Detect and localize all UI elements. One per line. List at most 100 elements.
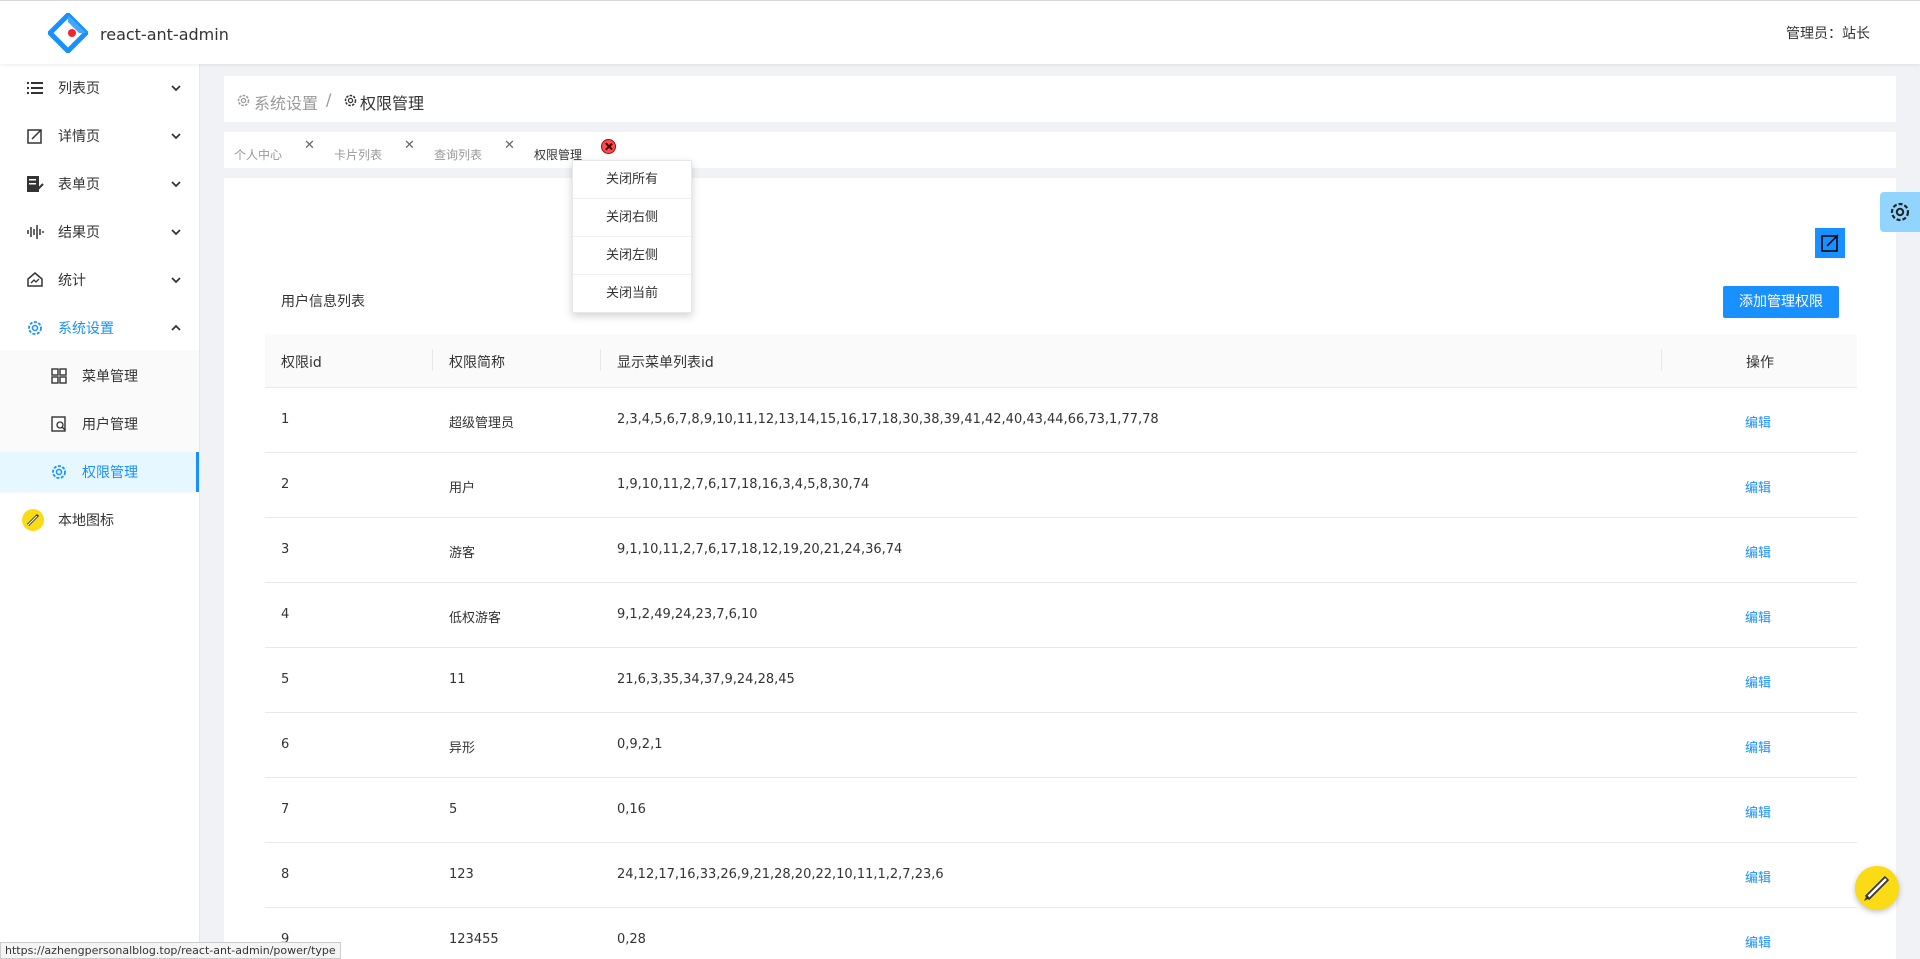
cell-id: 3 — [281, 542, 290, 557]
sidebar-item-list[interactable]: 列表页 — [0, 68, 199, 108]
cell-name: 超级管理员 — [449, 416, 515, 431]
fund-icon — [27, 272, 43, 287]
sidebar-item-form[interactable]: 表单页 — [0, 164, 199, 204]
form-edit-icon — [27, 129, 42, 144]
sidebar-item-menu-management[interactable]: 菜单管理 — [0, 356, 199, 396]
sidebar-item-label: 用户管理 — [82, 417, 138, 433]
tab-context-menu: 关闭所有 关闭右侧 关闭左侧 关闭当前 — [572, 160, 692, 313]
chevron-down-icon — [171, 277, 181, 284]
cell-id: 1 — [281, 412, 290, 427]
edit-link[interactable]: 编辑 — [1745, 542, 1771, 561]
chevron-down-icon — [171, 229, 181, 236]
edit-link[interactable]: 编辑 — [1745, 737, 1771, 756]
edit-link[interactable]: 编辑 — [1745, 867, 1771, 886]
sidebar-item-system-settings[interactable]: 系统设置 — [0, 308, 199, 348]
column-header-menus: 显示菜单列表id — [617, 355, 714, 371]
user-form-icon — [51, 416, 66, 432]
column-divider — [432, 349, 433, 371]
cell-menus: 0,28 — [617, 932, 646, 947]
cell-menus: 2,3,4,5,6,7,8,9,10,11,12,13,14,15,16,17,… — [617, 412, 1159, 427]
close-all-menu-item[interactable]: 关闭所有 — [573, 161, 691, 199]
cell-id: 5 — [281, 672, 290, 687]
edit-icon[interactable] — [1815, 228, 1845, 258]
breadcrumb-separator: / — [326, 90, 332, 109]
cell-id: 7 — [281, 802, 290, 817]
chevron-up-icon — [171, 324, 181, 331]
setting-icon — [28, 321, 42, 335]
cell-name: 5 — [449, 802, 458, 817]
pencil-fab-button[interactable] — [1855, 866, 1899, 910]
table-row: 7 5 0,16 编辑 — [265, 778, 1857, 843]
table-row: 1 超级管理员 2,3,4,5,6,7,8,9,10,11,12,13,14,1… — [265, 388, 1857, 453]
app-logo-icon[interactable] — [48, 13, 88, 53]
status-bar-url: https://azhengpersonalblog.top/react-ant… — [0, 942, 341, 959]
app-title[interactable]: react-ant-admin — [100, 25, 229, 44]
close-icon[interactable]: ✕ — [404, 138, 415, 153]
cell-name: 低权游客 — [449, 611, 502, 626]
column-header-actions: 操作 — [1746, 355, 1774, 371]
sidebar-item-label: 结果页 — [58, 225, 100, 241]
chevron-down-icon — [171, 85, 181, 92]
settings-drawer-button[interactable] — [1880, 192, 1920, 232]
appstore-icon — [51, 368, 67, 384]
table-row: 9 123455 0,28 编辑 — [265, 908, 1857, 959]
breadcrumb-parent[interactable]: 系统设置 — [254, 90, 318, 114]
cell-menus: 0,16 — [617, 802, 646, 817]
close-current-menu-item[interactable]: 关闭当前 — [573, 275, 691, 313]
table-row: 4 低权游客 9,1,2,49,24,23,7,6,10 编辑 — [265, 583, 1857, 648]
sidebar-item-detail[interactable]: 详情页 — [0, 116, 199, 156]
close-circle-icon[interactable] — [601, 139, 616, 154]
close-right-menu-item[interactable]: 关闭右侧 — [573, 199, 691, 237]
cell-menus: 0,9,2,1 — [617, 737, 663, 752]
sidebar-item-permission-management[interactable]: 权限管理 — [0, 452, 199, 492]
chevron-down-icon — [171, 133, 181, 140]
sidebar-item-label: 统计 — [58, 273, 86, 289]
sidebar-item-label: 菜单管理 — [82, 369, 138, 385]
cell-id: 2 — [281, 477, 290, 492]
table-row: 2 用户 1,9,10,11,2,7,6,17,18,16,3,4,5,8,30… — [265, 453, 1857, 518]
edit-link[interactable]: 编辑 — [1745, 932, 1771, 951]
tab-personal-center[interactable]: 个人中心 ✕ — [224, 134, 324, 166]
sidebar-item-local-icons[interactable]: 本地图标 — [0, 500, 199, 540]
column-header-name: 权限简称 — [449, 355, 505, 371]
audio-icon — [27, 225, 44, 239]
cell-id: 8 — [281, 867, 290, 882]
user-info[interactable]: 管理员：站长 — [1786, 23, 1870, 43]
edit-link[interactable]: 编辑 — [1745, 672, 1771, 691]
sidebar-item-label: 系统设置 — [58, 321, 114, 337]
tab-query-list[interactable]: 查询列表 ✕ — [424, 134, 524, 166]
tab-card-list[interactable]: 卡片列表 ✕ — [324, 134, 424, 166]
table-row: 8 123 24,12,17,16,33,26,9,21,28,20,22,10… — [265, 843, 1857, 908]
cell-menus: 1,9,10,11,2,7,6,17,18,16,3,4,5,8,30,74 — [617, 477, 870, 492]
chevron-down-icon — [171, 181, 181, 188]
list-icon — [27, 82, 43, 94]
add-permission-button[interactable]: 添加管理权限 — [1723, 286, 1839, 318]
table-row: 3 游客 9,1,10,11,2,7,6,17,18,12,19,20,21,2… — [265, 518, 1857, 583]
top-header: react-ant-admin 管理员：站长 — [0, 0, 1920, 64]
sidebar-item-label: 详情页 — [58, 129, 100, 145]
sidebar-item-stats[interactable]: 统计 — [0, 260, 199, 300]
edit-link[interactable]: 编辑 — [1745, 607, 1771, 626]
setting-icon — [52, 465, 66, 479]
sidebar-item-result[interactable]: 结果页 — [0, 212, 199, 252]
breadcrumb-current: 权限管理 — [360, 94, 425, 113]
edit-link[interactable]: 编辑 — [1745, 412, 1771, 431]
cell-menus: 9,1,2,49,24,23,7,6,10 — [617, 607, 758, 622]
cell-menus: 21,6,3,35,34,37,9,24,28,45 — [617, 672, 795, 687]
sidebar-item-label: 列表页 — [58, 81, 100, 97]
column-header-id: 权限id — [281, 355, 322, 371]
setting-icon — [344, 94, 357, 107]
close-icon[interactable]: ✕ — [304, 138, 315, 153]
cell-name: 用户 — [449, 481, 476, 496]
edit-link[interactable]: 编辑 — [1745, 802, 1771, 821]
close-icon[interactable]: ✕ — [504, 138, 515, 153]
table-header: 权限id 权限简称 显示菜单列表id 操作 — [265, 334, 1857, 388]
cell-name: 123 — [449, 867, 474, 882]
sidebar-item-label: 表单页 — [58, 177, 100, 193]
setting-icon — [237, 94, 250, 107]
sidebar-item-user-management[interactable]: 用户管理 — [0, 404, 199, 444]
tab-label: 查询列表 — [434, 148, 483, 162]
pencil-icon — [22, 509, 44, 531]
edit-link[interactable]: 编辑 — [1745, 477, 1771, 496]
close-left-menu-item[interactable]: 关闭左侧 — [573, 237, 691, 275]
